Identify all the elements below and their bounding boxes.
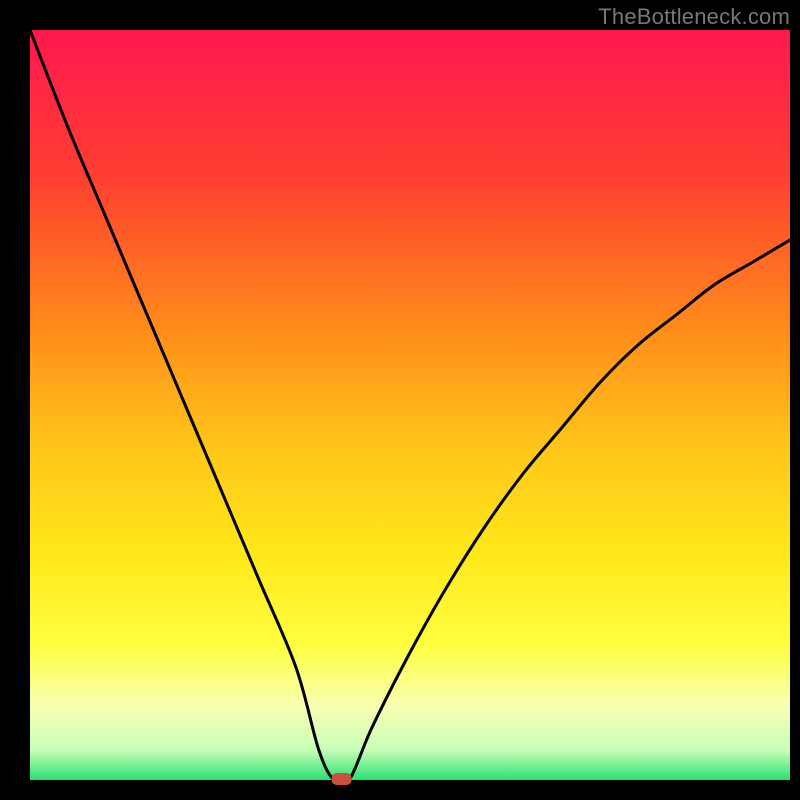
chart-gradient-bg <box>30 30 790 780</box>
bottleneck-chart <box>0 0 800 800</box>
watermark-text: TheBottleneck.com <box>598 4 790 30</box>
optimum-marker <box>332 773 352 785</box>
